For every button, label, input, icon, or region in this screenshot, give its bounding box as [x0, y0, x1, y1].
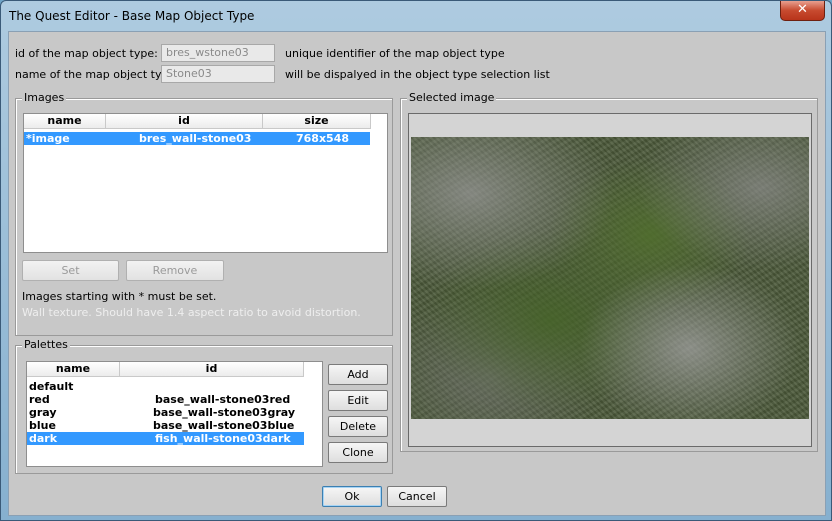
cancel-button[interactable]: Cancel — [387, 486, 447, 507]
dialog-client-area: id of the map object type: bres_wstone03… — [8, 31, 826, 516]
column-header-name[interactable]: name — [27, 362, 120, 377]
add-button[interactable]: Add — [328, 364, 388, 385]
palette-name-cell: gray — [29, 406, 57, 419]
close-button[interactable]: ✕ — [780, 1, 825, 21]
selected-image-group: Selected image — [400, 91, 818, 452]
selected-image-group-title: Selected image — [407, 91, 497, 104]
name-label: name of the map object type: — [15, 68, 179, 81]
palette-row[interactable]: dark fish_wall-stone03dark — [27, 432, 304, 445]
id-hint: unique identifier of the map object type — [285, 47, 505, 60]
name-field[interactable]: Stone03 — [161, 65, 275, 83]
images-group-title: Images — [22, 91, 67, 104]
palette-name-cell: red — [29, 393, 50, 406]
remove-button[interactable]: Remove — [126, 260, 224, 281]
ok-button[interactable]: Ok — [322, 486, 382, 507]
image-preview-frame — [408, 113, 812, 447]
palette-row[interactable]: red base_wall-stone03red — [27, 393, 304, 406]
palettes-list[interactable]: name id default red base_wall-stone03red… — [26, 361, 323, 467]
palette-row[interactable]: blue base_wall-stone03blue — [27, 419, 304, 432]
palette-name-cell: default — [29, 380, 74, 393]
images-list[interactable]: name id size *image bres_wall-stone03 76… — [23, 113, 388, 253]
palette-name-cell: blue — [29, 419, 56, 432]
column-header-id[interactable]: id — [106, 114, 263, 129]
image-name-cell: *image — [26, 132, 70, 145]
window-title: The Quest Editor - Base Map Object Type — [9, 9, 255, 23]
column-header-name[interactable]: name — [24, 114, 106, 129]
set-button[interactable]: Set — [22, 260, 119, 281]
palette-id-cell: fish_wall-stone03dark — [155, 432, 291, 445]
delete-button[interactable]: Delete — [328, 416, 388, 437]
images-group: Images name id size *image bres_wall-sto… — [15, 91, 393, 336]
dialog-window: The Quest Editor - Base Map Object Type … — [0, 0, 832, 521]
palettes-group-title: Palettes — [22, 338, 70, 351]
image-row[interactable]: *image bres_wall-stone03 768x548 — [24, 132, 370, 145]
palette-row[interactable]: gray base_wall-stone03gray — [27, 406, 304, 419]
stone-texture-preview — [411, 137, 809, 419]
title-bar[interactable]: The Quest Editor - Base Map Object Type … — [1, 1, 831, 31]
palette-name-cell: dark — [29, 432, 58, 445]
image-description: Wall texture. Should have 1.4 aspect rat… — [22, 306, 361, 319]
palette-id-cell: base_wall-stone03gray — [153, 406, 296, 419]
palette-id-cell: base_wall-stone03red — [155, 393, 291, 406]
id-field[interactable]: bres_wstone03 — [161, 44, 275, 62]
images-note: Images starting with * must be set. — [22, 290, 217, 303]
close-icon: ✕ — [797, 2, 808, 17]
edit-button[interactable]: Edit — [328, 390, 388, 411]
palette-id-cell: base_wall-stone03blue — [153, 419, 295, 432]
palette-row[interactable]: default — [27, 380, 304, 393]
name-hint: will be dispalyed in the object type sel… — [285, 68, 550, 81]
column-header-size[interactable]: size — [263, 114, 371, 129]
column-header-id[interactable]: id — [120, 362, 304, 377]
clone-button[interactable]: Clone — [328, 442, 388, 463]
image-size-cell: 768x548 — [296, 132, 350, 145]
id-label: id of the map object type: — [15, 47, 158, 60]
palettes-group: Palettes name id default red base_wall-s… — [15, 338, 393, 474]
image-id-cell: bres_wall-stone03 — [139, 132, 252, 145]
